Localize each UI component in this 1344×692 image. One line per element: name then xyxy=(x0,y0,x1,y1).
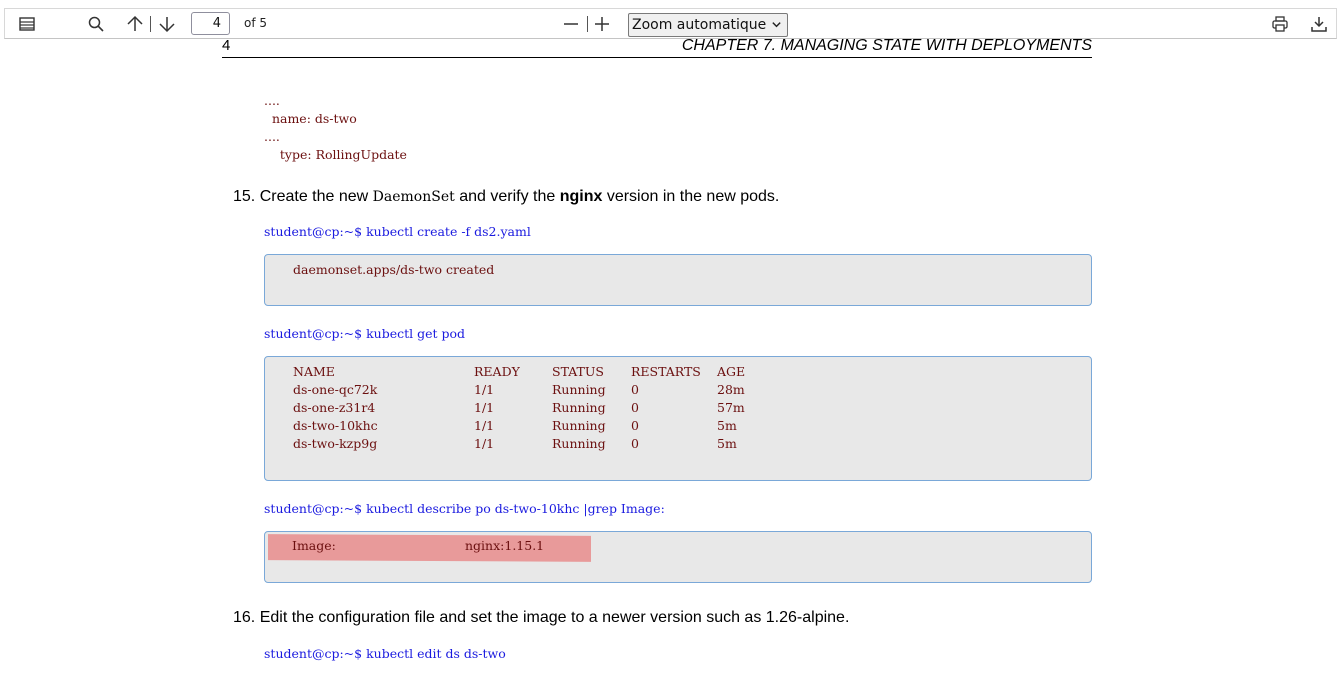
zoom-select[interactable]: Zoom automatique xyxy=(628,13,788,37)
zoom-value: Zoom automatique xyxy=(632,17,767,33)
pod-age: 57m xyxy=(717,400,745,415)
pod-row: ds-one-qc72k 1/1 Running 0 28m xyxy=(293,382,993,398)
zoom-out-button[interactable] xyxy=(557,10,585,38)
col-header: NAME xyxy=(293,364,335,379)
pod-name: ds-two-10khc xyxy=(293,418,378,433)
print-icon xyxy=(1272,16,1288,32)
search-icon xyxy=(88,16,104,32)
pod-row: ds-one-z31r4 1/1 Running 0 57m xyxy=(293,400,993,416)
yaml-line: .... xyxy=(264,129,280,144)
pod-restarts: 0 xyxy=(631,382,639,397)
pods-header-row: NAME READY STATUS RESTARTS AGE xyxy=(293,364,993,380)
pod-name: ds-one-z31r4 xyxy=(293,400,376,415)
command-get-pod: student@cp:~$ kubectl get pod xyxy=(264,326,466,341)
pdf-toolbar: of 5 Zoom automatique xyxy=(4,8,1337,39)
image-value: nginx:1.15.1 xyxy=(465,538,545,553)
sidebar-icon xyxy=(19,17,35,31)
chapter-header: CHAPTER 7. MANAGING STATE WITH DEPLOYMEN… xyxy=(681,37,1092,54)
output-box-pods: NAME READY STATUS RESTARTS AGE ds-one-qc… xyxy=(264,356,1092,481)
pod-ready: 1/1 xyxy=(474,382,495,397)
sidebar-toggle-button[interactable] xyxy=(13,10,41,38)
pod-age: 28m xyxy=(717,382,745,397)
col-header: STATUS xyxy=(552,364,604,379)
pod-name: ds-one-qc72k xyxy=(293,382,378,397)
document-page: 4 CHAPTER 7. MANAGING STATE WITH DEPLOYM… xyxy=(0,0,1344,692)
command-create: student@cp:~$ kubectl create -f ds2.yaml xyxy=(264,224,531,239)
step-16: 16. Edit the configuration file and set … xyxy=(233,609,849,627)
pod-status: Running xyxy=(552,436,606,451)
pod-status: Running xyxy=(552,382,606,397)
pod-status: Running xyxy=(552,418,606,433)
output-line: daemonset.apps/ds-two created xyxy=(293,262,495,277)
pod-ready: 1/1 xyxy=(474,418,495,433)
pod-ready: 1/1 xyxy=(474,400,495,415)
step-number: 16. xyxy=(233,609,256,626)
download-icon xyxy=(1311,17,1327,32)
page-number-input[interactable] xyxy=(191,12,230,35)
pod-age: 5m xyxy=(717,436,737,451)
step-15: 15. Create the new DaemonSet and verify … xyxy=(233,188,779,206)
page-count-label: of 5 xyxy=(244,16,268,30)
step-text: version in the new pods. xyxy=(602,188,780,205)
yaml-line: .... xyxy=(264,93,280,108)
page-number: 4 xyxy=(222,37,231,54)
step-code: DaemonSet xyxy=(372,189,455,205)
col-header: AGE xyxy=(717,364,746,379)
col-header: RESTARTS xyxy=(631,364,701,379)
pod-age: 5m xyxy=(717,418,737,433)
pod-name: ds-two-kzp9g xyxy=(293,436,378,451)
yaml-line: type: RollingUpdate xyxy=(264,147,407,162)
pod-status: Running xyxy=(552,400,606,415)
step-text: Edit the configuration file and set the … xyxy=(259,609,850,626)
previous-page-button[interactable] xyxy=(121,10,149,38)
pod-ready: 1/1 xyxy=(474,436,495,451)
minus-icon xyxy=(564,23,578,25)
zoom-in-button[interactable] xyxy=(588,10,616,38)
print-button[interactable] xyxy=(1266,10,1294,38)
yaml-line: name: ds-two xyxy=(264,111,357,126)
command-describe: student@cp:~$ kubectl describe po ds-two… xyxy=(264,501,665,516)
step-bold: nginx xyxy=(559,188,603,205)
pod-restarts: 0 xyxy=(631,418,639,433)
pod-row: ds-two-kzp9g 1/1 Running 0 5m xyxy=(293,436,993,452)
find-button[interactable] xyxy=(82,10,110,38)
pod-row: ds-two-10khc 1/1 Running 0 5m xyxy=(293,418,993,434)
image-label: Image: xyxy=(292,538,336,553)
toolbar-separator xyxy=(150,16,151,32)
col-header: READY xyxy=(474,364,520,379)
plus-icon xyxy=(595,17,609,31)
chevron-down-icon xyxy=(772,22,781,28)
next-page-button[interactable] xyxy=(153,10,181,38)
step-text: and verify the xyxy=(454,188,560,205)
pod-restarts: 0 xyxy=(631,400,639,415)
pod-restarts: 0 xyxy=(631,436,639,451)
arrow-up-icon xyxy=(127,15,143,31)
step-number: 15. xyxy=(233,188,256,205)
header-rule xyxy=(222,57,1092,58)
arrow-down-icon xyxy=(159,17,175,33)
download-button[interactable] xyxy=(1305,10,1333,38)
command-edit: student@cp:~$ kubectl edit ds ds-two xyxy=(264,646,506,661)
output-box-create: daemonset.apps/ds-two created xyxy=(264,254,1092,306)
step-text: Create the new xyxy=(259,188,373,205)
